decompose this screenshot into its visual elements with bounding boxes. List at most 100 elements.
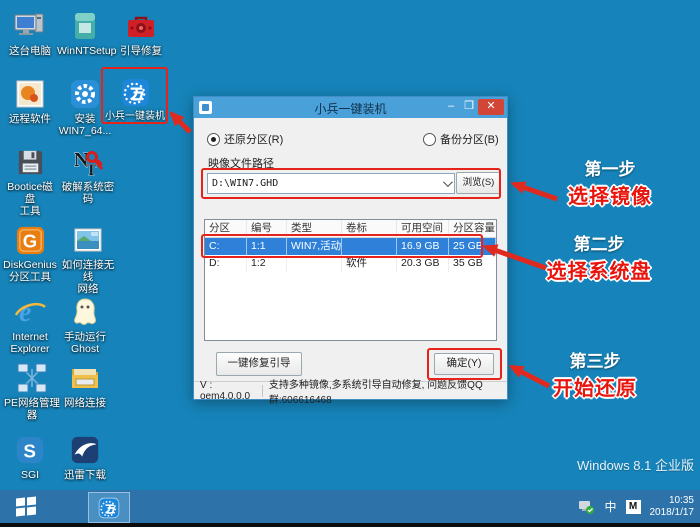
xiaobing-app-icon xyxy=(98,497,120,518)
table-header-row: 分区 编号 类型 卷标 可用空间 分区容量 xyxy=(205,220,496,238)
desktop-icon-winntsetup[interactable]: WinNTSetup xyxy=(57,8,117,57)
column-header[interactable]: 卷标 xyxy=(342,220,397,237)
start-button[interactable] xyxy=(16,496,38,517)
toolbox-icon xyxy=(113,8,169,44)
desktop-icon-label: 小兵一键装机 xyxy=(105,111,165,122)
cell-partition: C: xyxy=(205,238,247,255)
desktop-icon-label: 远程软件 xyxy=(9,113,51,125)
screen-bottom-strip xyxy=(0,523,700,527)
image-path-combobox[interactable]: D:\WIN7.GHD xyxy=(207,173,455,194)
clock-date: 2018/1/17 xyxy=(649,506,695,518)
cell-number: 1:2 xyxy=(247,255,287,272)
window-titlebar[interactable]: 小兵一键装机 – ❒ ✕ xyxy=(194,97,507,118)
column-header[interactable]: 类型 xyxy=(287,220,342,237)
cell-partition: D: xyxy=(205,255,247,272)
desktop-icon-label: WinNTSetup xyxy=(57,45,117,57)
annotation-step-3: 第三步 开始还原 xyxy=(530,347,660,401)
desktop-icon-label: 这台电脑 xyxy=(9,45,51,57)
column-header[interactable]: 可用空间 xyxy=(397,220,449,237)
window-title: 小兵一键装机 xyxy=(314,102,387,116)
radio-backup-label: 备份分区(B) xyxy=(440,134,499,146)
desktop-icon-label: 迅雷下载 xyxy=(64,469,106,481)
desktop-icon-label: 引导修复 xyxy=(120,45,162,57)
minimize-button[interactable]: – xyxy=(444,99,458,115)
table-row-c-drive[interactable]: C: 1:1 WIN7,活动 16.9 GB 25 GB xyxy=(205,238,496,255)
network-icon xyxy=(2,360,62,396)
ie-icon: e xyxy=(2,294,58,330)
diskgenius-icon: G xyxy=(2,222,58,258)
cell-free-space: 16.9 GB xyxy=(397,238,449,255)
landscape-photo-icon xyxy=(57,222,119,258)
desktop-icon-pe-network-manager[interactable]: PE网络管理器 xyxy=(2,360,62,421)
radio-dot-unselected xyxy=(423,132,436,146)
xiaobing-installer-window: 小兵一键装机 – ❒ ✕ 还原分区(R) 备份分区(B) 映像文件路径 D:\W… xyxy=(193,96,508,406)
chevron-down-icon[interactable] xyxy=(438,174,454,193)
step-number: 第三步 xyxy=(569,352,621,371)
close-button[interactable]: ✕ xyxy=(478,99,504,115)
ime-mode-indicator[interactable]: M xyxy=(625,499,641,514)
svg-text:S: S xyxy=(23,441,36,462)
system-tray: 中 M 10:35 2018/1/17 xyxy=(578,490,696,523)
cell-type: WIN7,活动 xyxy=(287,238,342,255)
svg-text:T: T xyxy=(86,162,97,179)
desktop-icon-diskgenius[interactable]: G DiskGenius 分区工具 xyxy=(2,222,58,283)
maximize-button[interactable]: ❒ xyxy=(462,99,476,115)
radio-restore-label: 还原分区(R) xyxy=(224,134,284,146)
desktop-icon-internet-explorer[interactable]: e Internet Explorer xyxy=(2,294,58,355)
desktop-icon-this-pc[interactable]: 这台电脑 xyxy=(2,8,58,57)
taskbar-app-xiaobing[interactable] xyxy=(88,492,130,523)
step-action: 选择镜像 xyxy=(568,186,652,208)
annotation-step-2: 第二步 选择系统盘 xyxy=(534,230,664,284)
partition-table: 分区 编号 类型 卷标 可用空间 分区容量 C: 1:1 WIN7,活动 16.… xyxy=(204,219,497,341)
desktop-icon-remote-software[interactable]: 远程软件 xyxy=(2,76,58,125)
status-text: 支持多种镜像,多系统引导自动修复, 问题反馈QQ群:606616468 xyxy=(268,379,483,406)
column-header[interactable]: 分区 xyxy=(205,220,247,237)
column-header[interactable]: 分区容量 xyxy=(449,220,496,237)
desktop-icon-label: 手动运行 Ghost xyxy=(64,331,106,356)
step-action: 开始还原 xyxy=(553,378,637,400)
version-text: V : oem4.0.0.0 xyxy=(200,379,251,402)
ghost-icon xyxy=(57,294,113,330)
radio-backup-partition[interactable]: 备份分区(B) xyxy=(423,131,499,147)
cell-volume-label xyxy=(342,238,397,255)
desktop-icon-network-connection[interactable]: 网络连接 xyxy=(57,360,113,409)
browse-button[interactable]: 浏览(S) xyxy=(456,172,501,194)
windows-edition-watermark: Windows 8.1 企业版 xyxy=(576,458,694,473)
image-path-label: 映像文件路径 xyxy=(208,158,274,170)
arrow-to-desktop-icon xyxy=(169,111,192,134)
desktop-icon-label: 破解系统密码 xyxy=(61,181,115,206)
key-icon: NT xyxy=(57,144,119,180)
svg-text:G: G xyxy=(22,230,36,251)
desktop-icon-thunder[interactable]: 迅雷下载 xyxy=(57,432,113,481)
step-number: 第二步 xyxy=(573,235,625,254)
desktop-icon-ghost[interactable]: 手动运行 Ghost xyxy=(57,294,113,355)
taskbar-clock[interactable]: 10:35 2018/1/17 xyxy=(650,495,697,519)
table-row-d-drive[interactable]: D: 1:2 软件 20.3 GB 35 GB xyxy=(205,255,496,272)
cell-volume-label: 软件 xyxy=(342,255,397,272)
svg-text:e: e xyxy=(19,297,31,328)
cell-capacity: 35 GB xyxy=(453,257,483,269)
desktop-icon-xiaobing[interactable]: 小兵一键装机 xyxy=(104,74,166,123)
status-separator xyxy=(261,384,263,397)
cell-capacity: 25 GB xyxy=(449,238,496,255)
desktop-icon-boot-repair[interactable]: 引导修复 xyxy=(113,8,169,57)
desktop-icon-sgi[interactable]: S SGI xyxy=(2,432,58,481)
desktop-icon-bootice[interactable]: Bootice磁盘 工具 xyxy=(2,144,58,217)
xiaobing-app-icon xyxy=(104,74,166,110)
repair-boot-button[interactable]: 一键修复引导 xyxy=(216,352,302,376)
step-number: 第一步 xyxy=(584,160,636,179)
desktop-icon-label: DiskGenius 分区工具 xyxy=(3,259,57,284)
step-action: 选择系统盘 xyxy=(546,261,652,283)
radio-restore-partition[interactable]: 还原分区(R) xyxy=(207,131,283,147)
network-status-icon[interactable] xyxy=(578,499,595,515)
floppy-icon xyxy=(2,144,58,180)
cell-type xyxy=(287,255,342,272)
desktop-icon-label: Bootice磁盘 工具 xyxy=(7,181,53,218)
radio-dot-selected xyxy=(207,132,220,146)
ime-language-indicator[interactable]: 中 xyxy=(604,498,616,515)
ok-button[interactable]: 确定(Y) xyxy=(434,353,494,375)
column-header[interactable]: 编号 xyxy=(247,220,287,237)
desktop-icon-wireless-help[interactable]: 如何连接无线 网络 xyxy=(57,222,119,295)
desktop-icon-password-crack[interactable]: NT 破解系统密码 xyxy=(57,144,119,205)
desktop-icon-label: 如何连接无线 网络 xyxy=(61,259,115,296)
